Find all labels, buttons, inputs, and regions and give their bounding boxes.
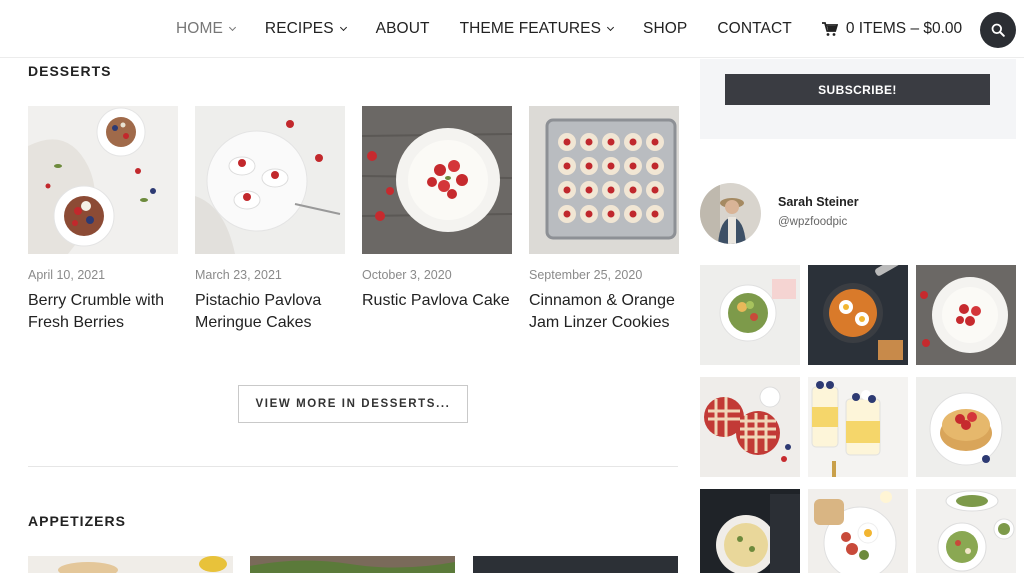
post-date: September 25, 2020	[529, 268, 643, 282]
appetizer-thumbnail[interactable]	[473, 556, 678, 573]
nav-item-label: SHOP	[643, 20, 688, 37]
chevron-down-icon	[339, 23, 347, 31]
chevron-down-icon	[607, 23, 615, 31]
section-title-desserts: DESSERTS	[28, 63, 112, 79]
post-title[interactable]: Pistachio Pavlova Meringue Cakes	[195, 290, 345, 334]
post-date: March 23, 2021	[195, 268, 282, 282]
instagram-photo[interactable]	[808, 377, 908, 477]
subscribe-button[interactable]: SUBSCRIBE!	[725, 74, 990, 105]
salad-plates-image	[916, 489, 1016, 573]
avatar[interactable]	[700, 183, 761, 244]
pasta-bowl-image	[700, 489, 800, 573]
post-thumbnail[interactable]	[362, 106, 512, 254]
appetizer-image	[250, 556, 455, 573]
cart-label: 0 ITEMS – $0.00	[845, 20, 963, 37]
shakshuka-pan-image	[808, 265, 908, 365]
nav-item-home[interactable]: HOME	[176, 20, 236, 38]
linzer-cookies-image	[529, 106, 679, 254]
post-title[interactable]: Cinnamon & Orange Jam Linzer Cookies	[529, 290, 679, 334]
post-card: September 25, 2020 Cinnamon & Orange Jam…	[529, 106, 679, 334]
salad-bowl-image	[700, 265, 800, 365]
search-button[interactable]	[980, 12, 1016, 48]
post-title[interactable]: Rustic Pavlova Cake	[362, 290, 512, 312]
section-title-appetizers: APPETIZERS	[28, 513, 126, 529]
post-card: October 3, 2020 Rustic Pavlova Cake	[362, 106, 512, 312]
profile-photo	[700, 183, 761, 244]
post-thumbnail[interactable]	[195, 106, 345, 254]
pavlova-plate-image	[916, 265, 1016, 365]
nav-item-recipes[interactable]: RECIPES	[264, 20, 347, 38]
instagram-photo[interactable]	[700, 377, 800, 477]
berry-crumble-image	[28, 106, 178, 254]
nav-item-label: CONTACT	[717, 20, 792, 37]
instagram-photo[interactable]	[916, 265, 1016, 365]
profile-handle[interactable]: @wpzfoodpic	[778, 216, 847, 228]
nav-item-theme-features[interactable]: THEME FEATURES	[459, 20, 615, 38]
chevron-down-icon	[228, 23, 236, 31]
post-thumbnail[interactable]	[529, 106, 679, 254]
instagram-photo[interactable]	[916, 377, 1016, 477]
cart-link[interactable]: 0 ITEMS – $0.00	[821, 20, 963, 38]
appetizer-image	[28, 556, 233, 573]
instagram-photo[interactable]	[808, 265, 908, 365]
nav-item-label: HOME	[176, 20, 223, 37]
nav-item-about[interactable]: ABOUT	[376, 20, 430, 38]
post-thumbnail[interactable]	[28, 106, 178, 254]
post-title[interactable]: Berry Crumble with Fresh Berries	[28, 290, 178, 334]
section-divider	[28, 466, 678, 467]
rustic-pavlova-image	[362, 106, 512, 254]
post-card: April 10, 2021 Berry Crumble with Fresh …	[28, 106, 178, 334]
instagram-photo[interactable]	[808, 489, 908, 573]
nav-item-label: THEME FEATURES	[459, 20, 602, 37]
site-header: HOME RECIPES ABOUT THEME FEATURES SHOP C…	[0, 0, 1024, 58]
search-icon	[991, 23, 1005, 37]
berry-parfait-image	[808, 377, 908, 477]
nav-item-contact[interactable]: CONTACT	[717, 20, 791, 38]
nav-item-label: ABOUT	[375, 20, 430, 37]
appetizer-thumbnail[interactable]	[250, 556, 455, 573]
post-date: October 3, 2020	[362, 268, 452, 282]
appetizer-image	[473, 556, 678, 573]
main-nav: HOME RECIPES ABOUT THEME FEATURES SHOP C…	[176, 0, 962, 58]
post-card: March 23, 2021 Pistachio Pavlova Meringu…	[195, 106, 345, 334]
pavlova-meringue-image	[195, 106, 345, 254]
profile-name: Sarah Steiner	[778, 195, 859, 209]
nav-item-shop[interactable]: SHOP	[643, 20, 687, 38]
lattice-pie-image	[700, 377, 800, 477]
instagram-photo[interactable]	[700, 265, 800, 365]
nav-item-label: RECIPES	[264, 20, 334, 37]
egg-toast-image	[808, 489, 908, 573]
pancakes-image	[916, 377, 1016, 477]
shopping-cart-icon	[821, 21, 838, 36]
instagram-photo[interactable]	[916, 489, 1016, 573]
view-more-desserts-button[interactable]: VIEW MORE IN DESSERTS...	[238, 385, 468, 423]
subscribe-widget: SUBSCRIBE!	[700, 59, 1016, 139]
post-date: April 10, 2021	[28, 268, 106, 282]
appetizer-thumbnail[interactable]	[28, 556, 233, 573]
instagram-photo[interactable]	[700, 489, 800, 573]
